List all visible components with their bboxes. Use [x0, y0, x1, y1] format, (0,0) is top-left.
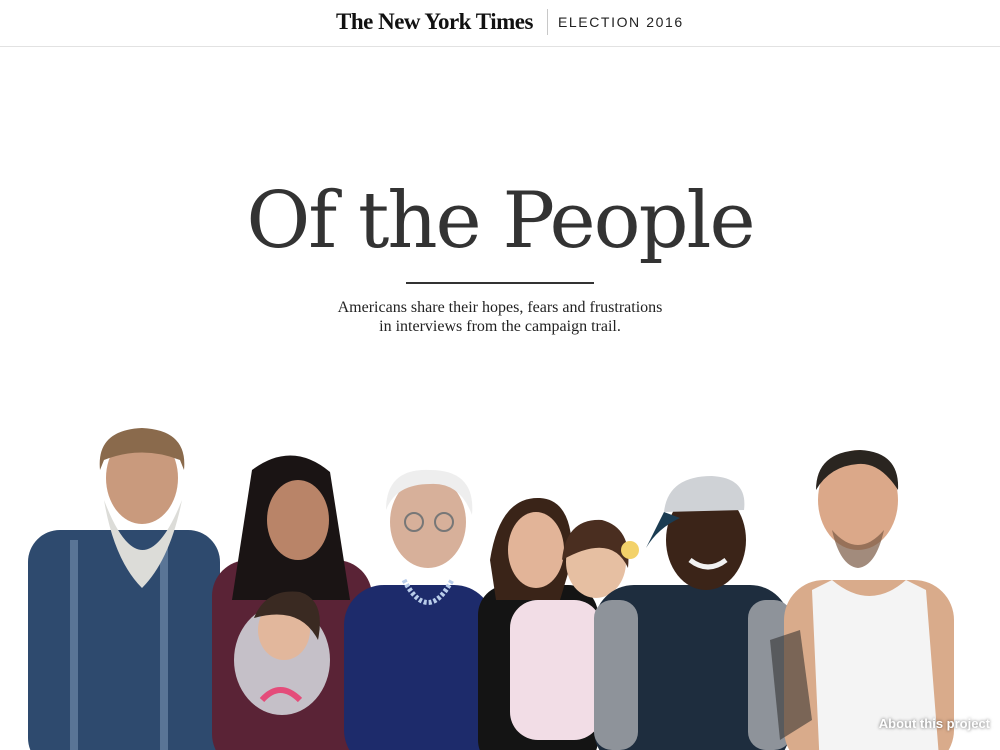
top-navigation-bar: The New York Times ELECTION 2016 [0, 0, 1000, 47]
portrait-man-long-beard [28, 428, 220, 750]
portrait-young-man-cap [594, 476, 792, 750]
group-portrait-photo [28, 428, 954, 750]
portrait-elderly-woman-glasses [344, 469, 494, 750]
header-divider [546, 9, 548, 35]
title-underline-divider [406, 282, 594, 284]
subtitle-line-1: Americans share their hopes, fears and f… [337, 299, 663, 316]
brand-group: The New York Times ELECTION 2016 [336, 6, 684, 38]
page-subtitle: Americans share their hopes, fears and f… [0, 298, 1000, 336]
portrait-man-tank-top [770, 450, 954, 750]
section-label-election-2016[interactable]: ELECTION 2016 [558, 14, 684, 30]
nyt-logo[interactable]: The New York Times [336, 9, 533, 35]
subtitle-line-2: in interviews from the campaign trail. [379, 318, 621, 335]
about-this-project-link[interactable]: About this project [879, 716, 990, 731]
page-title: Of the People [246, 176, 755, 266]
